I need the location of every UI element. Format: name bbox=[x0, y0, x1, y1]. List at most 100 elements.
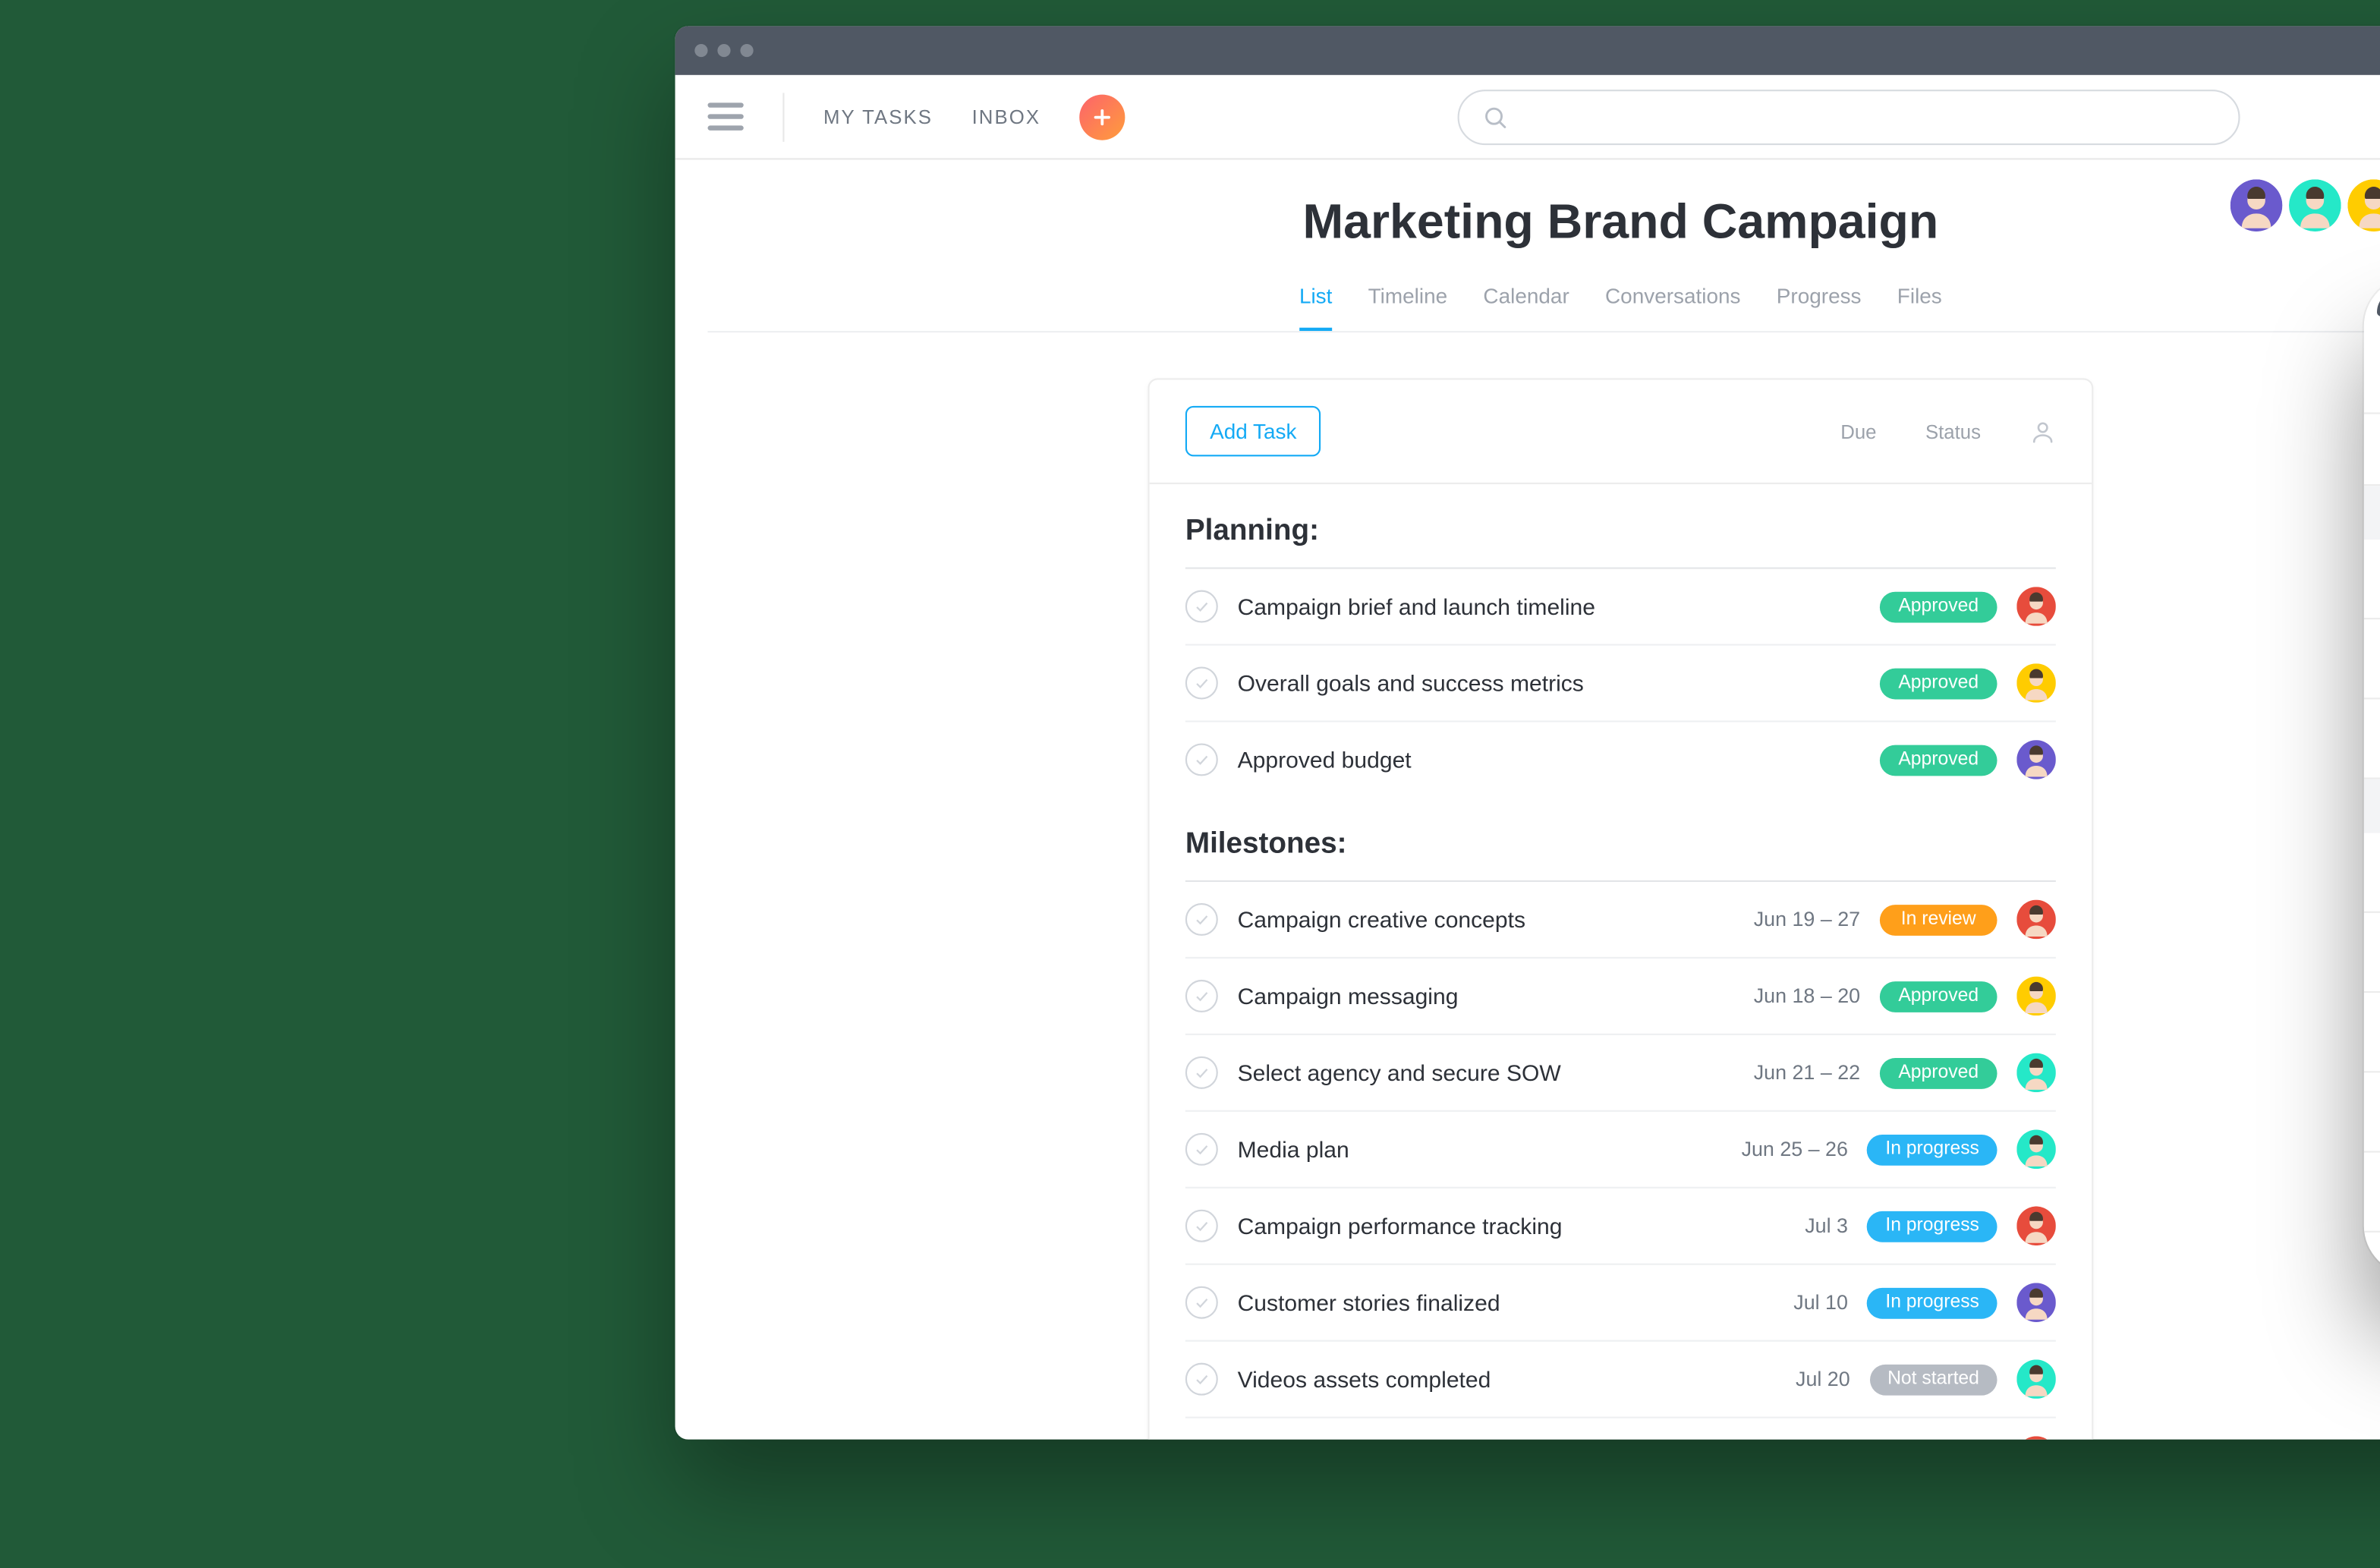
section-title: Planning: bbox=[1185, 514, 2056, 569]
task-assignee-avatar[interactable] bbox=[2016, 587, 2056, 626]
task-section: Milestones: Campaign creative concepts Jun… bbox=[1150, 797, 2092, 1439]
tab-conversations[interactable]: Conversations bbox=[1605, 284, 1741, 331]
complete-checkbox[interactable] bbox=[1185, 590, 1218, 623]
task-assignee-avatar[interactable] bbox=[2016, 1436, 2056, 1439]
task-row[interactable]: Campaign creative concepts Jun 19 – 27 In … bbox=[1185, 882, 2056, 959]
complete-checkbox[interactable] bbox=[1185, 743, 1218, 776]
mobile-task-row[interactable]: Media planJun 25 – 26 bbox=[2364, 1072, 2380, 1152]
add-task-button[interactable]: Add Task bbox=[1185, 406, 1321, 457]
task-row[interactable]: Landing pages live on websiteJul 24Not s… bbox=[1185, 1418, 2056, 1440]
task-status-pill: Not started bbox=[1869, 1364, 1997, 1395]
traffic-dot-icon bbox=[694, 44, 707, 57]
complete-checkbox[interactable] bbox=[1185, 903, 1218, 936]
task-due: Jun 25 – 26 bbox=[1730, 1138, 1848, 1160]
task-name: Campaign brief and launch timeline bbox=[1238, 594, 1724, 619]
task-assignee-avatar[interactable] bbox=[2016, 1130, 2056, 1170]
task-status-pill: Approved bbox=[1880, 591, 1998, 622]
task-row[interactable]: Videos assets completed Jul 20 Not started bbox=[1185, 1342, 2056, 1418]
task-row[interactable]: Select agency and secure SOWJun 21 – 22A… bbox=[1185, 1035, 2056, 1112]
tab-progress[interactable]: Progress bbox=[1777, 284, 1862, 331]
task-assignee-avatar[interactable] bbox=[2016, 977, 2056, 1016]
mobile-section-title: Planning: bbox=[2364, 486, 2380, 540]
task-name: Media plan bbox=[1238, 1136, 1711, 1162]
task-name: Overall goals and success metrics bbox=[1238, 670, 1724, 696]
task-assignee-avatar[interactable] bbox=[2016, 1053, 2056, 1093]
task-assignee-avatar[interactable] bbox=[2016, 1283, 2056, 1322]
task-status-pill: In progress bbox=[1868, 1287, 1998, 1318]
task-status-pill: In review bbox=[1880, 904, 1998, 935]
mobile-task-row[interactable]: Approved budget bbox=[2364, 699, 2380, 779]
complete-checkbox[interactable] bbox=[1185, 1056, 1218, 1089]
mobile-section-title: Milestones: bbox=[2364, 779, 2380, 833]
tab-timeline[interactable]: Timeline bbox=[1368, 284, 1448, 331]
task-name: Campaign messaging bbox=[1238, 983, 1724, 1009]
panel-header: Add Task Due Status bbox=[1150, 379, 2092, 483]
mobile-task-row[interactable]: Select agency and secure SOWJun 21 – 22 bbox=[2364, 993, 2380, 1072]
project-header: Marketing Brand Campaign ListTimelineCal… bbox=[675, 159, 2380, 332]
task-name: Customer stories finalized bbox=[1238, 1289, 1711, 1315]
section-title: Milestones: bbox=[1185, 827, 2056, 882]
task-status-pill: In progress bbox=[1868, 1134, 1998, 1165]
task-row[interactable]: Campaign brief and launch timeline Approv… bbox=[1185, 569, 2056, 646]
task-status-pill: In progress bbox=[1868, 1211, 1998, 1242]
mobile-titlebar bbox=[2377, 290, 2380, 316]
member-avatar[interactable] bbox=[2230, 179, 2283, 231]
top-nav: MY TASKS INBOX bbox=[675, 75, 2380, 160]
task-assignee-avatar[interactable] bbox=[2016, 1206, 2056, 1245]
member-avatar[interactable] bbox=[2289, 179, 2341, 231]
task-row[interactable]: Media plan Jun 25 – 26 In progress bbox=[1185, 1112, 2056, 1189]
tab-list[interactable]: List bbox=[1299, 284, 1332, 331]
task-assignee-avatar[interactable] bbox=[2016, 740, 2056, 779]
user-icon bbox=[2029, 418, 2055, 444]
window-titlebar bbox=[675, 26, 2380, 74]
complete-checkbox[interactable] bbox=[1185, 1286, 1218, 1319]
column-header-assignee bbox=[2029, 418, 2055, 444]
task-status-pill: Approved bbox=[1880, 668, 1998, 699]
task-row[interactable]: Approved budgetApproved bbox=[1185, 723, 2056, 798]
complete-checkbox[interactable] bbox=[1185, 667, 1218, 700]
task-row[interactable]: Campaign performance tracking Jul 3 In pro… bbox=[1185, 1189, 2056, 1265]
quick-add-button[interactable] bbox=[1080, 94, 1125, 140]
task-name: Videos assets completed bbox=[1238, 1366, 1714, 1392]
desktop-window: MY TASKS INBOX Marketing Brand Campaign … bbox=[675, 26, 2380, 1439]
mobile-task-row[interactable]: Campaign performance trackingJuly 3 bbox=[2364, 1153, 2380, 1233]
plus-icon bbox=[1091, 105, 1114, 128]
mobile-task-row[interactable]: Campaign brief and launch timeline bbox=[2364, 540, 2380, 619]
mobile-window: Marketing Brand Campaign Add a task… Pla… bbox=[2364, 277, 2380, 1275]
column-header-status: Status bbox=[1925, 420, 1981, 442]
task-assignee-avatar[interactable] bbox=[2016, 900, 2056, 940]
mobile-task-row[interactable]: Overall goals and success metrics bbox=[2364, 619, 2380, 699]
complete-checkbox[interactable] bbox=[1185, 980, 1218, 1012]
nav-my-tasks[interactable]: MY TASKS bbox=[823, 105, 933, 128]
task-row[interactable]: Overall goals and success metrics Approve… bbox=[1185, 646, 2056, 723]
project-members bbox=[2230, 179, 2380, 231]
task-due: Jun 19 – 27 bbox=[1742, 908, 1860, 930]
column-header-due: Due bbox=[1840, 420, 1876, 442]
task-due: Jul 10 bbox=[1730, 1291, 1848, 1314]
task-name: Campaign performance tracking bbox=[1238, 1213, 1711, 1239]
menu-icon[interactable] bbox=[708, 102, 744, 131]
tab-calendar[interactable]: Calendar bbox=[1483, 284, 1569, 331]
complete-checkbox[interactable] bbox=[1185, 1133, 1218, 1166]
traffic-dot-icon bbox=[717, 44, 730, 57]
task-row[interactable]: Campaign messagingJun 18 – 20Approved bbox=[1185, 959, 2056, 1035]
nav-inbox[interactable]: INBOX bbox=[972, 105, 1041, 128]
task-name: Approved budget bbox=[1238, 747, 1724, 773]
tab-files[interactable]: Files bbox=[1897, 284, 1942, 331]
task-name: Campaign creative concepts bbox=[1238, 906, 1724, 932]
mobile-task-row[interactable]: Campaign creative conceptsJun 19 – 27 bbox=[2364, 833, 2380, 913]
search-input[interactable] bbox=[1458, 89, 2240, 144]
complete-checkbox[interactable] bbox=[1185, 1210, 1218, 1242]
mobile-task-row[interactable]: Campaign messagingJun 18 – 20 bbox=[2364, 913, 2380, 993]
task-row[interactable]: Customer stories finalized Jul 10 In progr… bbox=[1185, 1265, 2056, 1342]
mobile-add-task-input[interactable]: Add a task… bbox=[2364, 414, 2380, 486]
task-due: Jul 3 bbox=[1730, 1214, 1848, 1237]
task-due: Jun 21 – 22 bbox=[1742, 1061, 1860, 1084]
task-assignee-avatar[interactable] bbox=[2016, 663, 2056, 703]
member-avatar[interactable] bbox=[2347, 179, 2380, 231]
task-assignee-avatar[interactable] bbox=[2016, 1359, 2056, 1399]
divider bbox=[782, 92, 784, 140]
complete-checkbox[interactable] bbox=[1185, 1363, 1218, 1396]
task-due: Jul 20 bbox=[1733, 1368, 1850, 1390]
task-due: Jun 18 – 20 bbox=[1742, 984, 1860, 1007]
